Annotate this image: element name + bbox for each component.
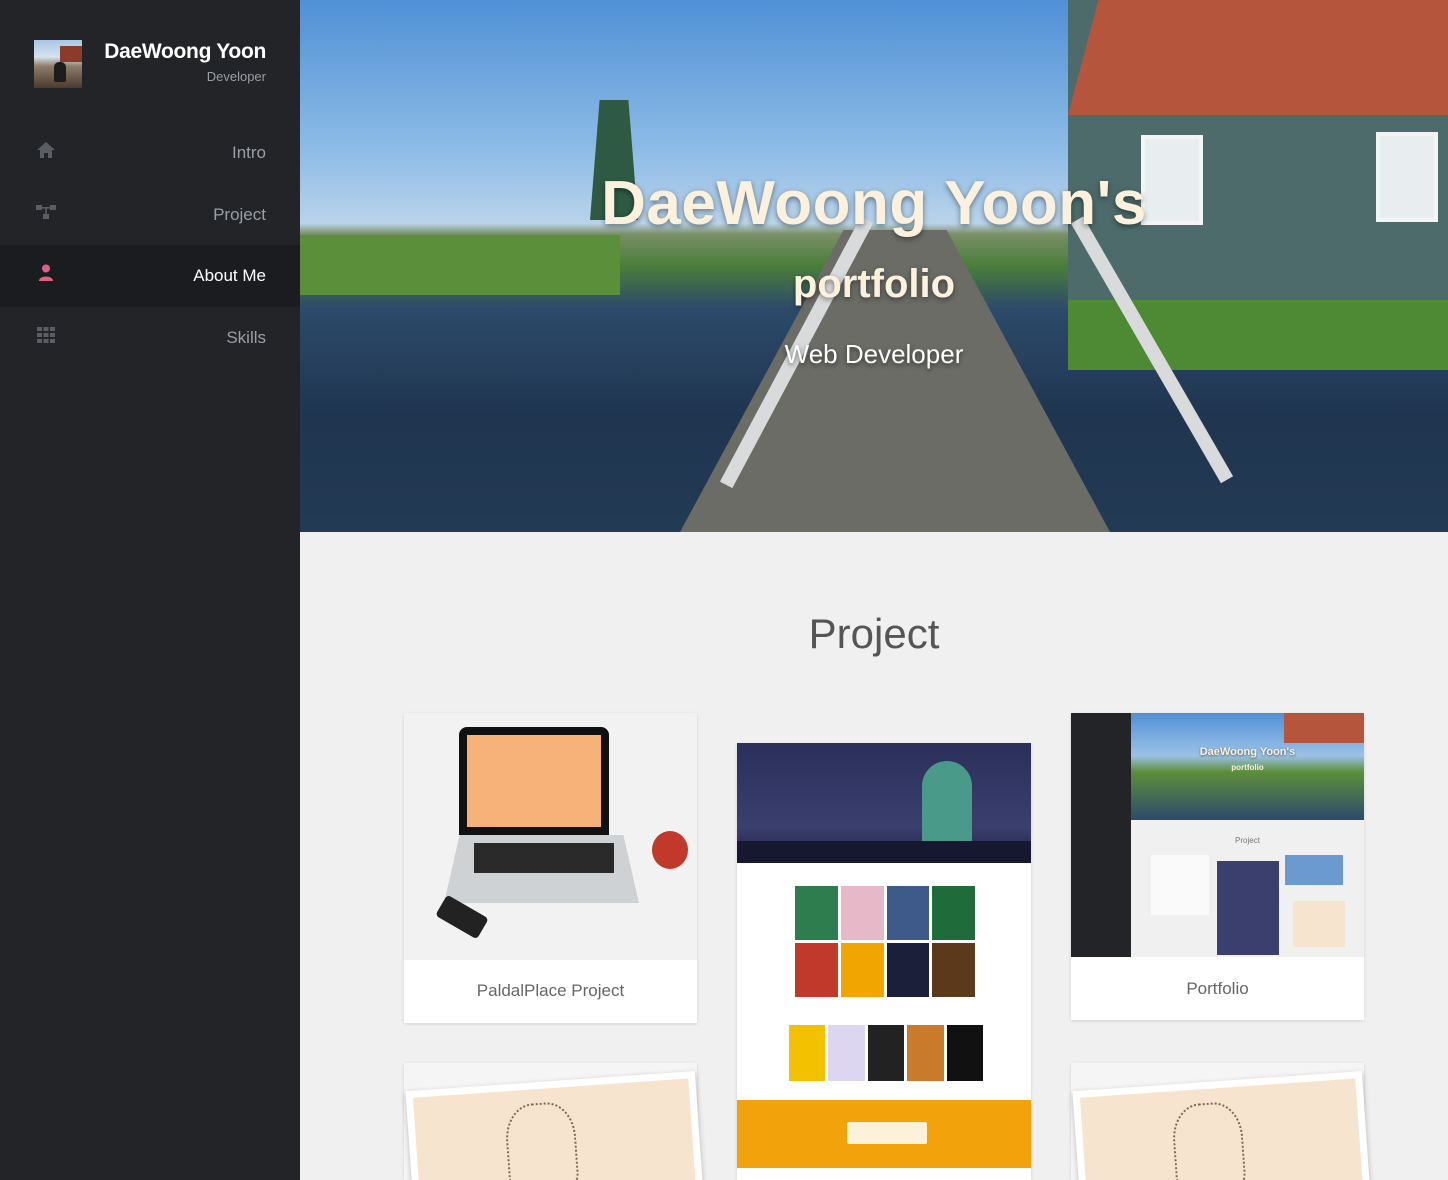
grid-icon	[36, 325, 56, 345]
sidebar-item-label: Skills	[226, 327, 266, 347]
hero-title: DaeWoong Yoon's	[601, 169, 1147, 238]
sidebar-item-label: Intro	[231, 143, 266, 162]
sidebar-item-project[interactable]: Project	[0, 184, 300, 246]
project-card-caption: PaldalPlace Project	[476, 981, 625, 1000]
project-card-caption: Portfolio	[1186, 979, 1249, 998]
home-icon	[36, 140, 56, 160]
project-card-ascii-art-2[interactable]	[1071, 1063, 1372, 1180]
sidebar-item-about-me[interactable]: About Me	[0, 245, 300, 307]
profile-name: DaeWoong Yoon	[104, 40, 266, 63]
sidebar-item-intro[interactable]: Intro	[0, 122, 300, 184]
hero-title-portfolio: portfolio	[792, 262, 956, 306]
mini-site-subtitle: portfolio	[1231, 763, 1264, 772]
mini-site-title: DaeWoong Yoon's	[1199, 746, 1296, 758]
project-thumbnail	[737, 743, 1031, 1180]
sidebar-item-label: Project	[213, 204, 266, 224]
sidebar: DaeWoong Yoon Developer Intro Project Ab…	[0, 0, 300, 1180]
user-icon	[36, 263, 56, 283]
mini-site-section: Project	[1235, 836, 1260, 845]
hero-subtitle: Web Developer	[784, 339, 964, 369]
project-card-jazz-festival[interactable]	[737, 743, 1031, 1180]
avatar	[34, 40, 82, 88]
sidebar-nav: Intro Project About Me Skills	[0, 122, 300, 368]
hero-banner: DaeWoong Yoon's portfolio Web Developer	[300, 0, 1448, 532]
project-card-portfolio[interactable]: DaeWoong Yoon's portfolio Project Portfo…	[1071, 713, 1364, 1020]
project-thumbnail	[404, 713, 697, 960]
sidebar-item-label: About Me	[193, 266, 266, 285]
project-card-paldalplace[interactable]: PaldalPlace Project	[404, 713, 697, 1023]
project-heading: Project	[808, 610, 940, 657]
hero-photo-roof	[1068, 0, 1448, 115]
profile: DaeWoong Yoon Developer	[0, 0, 300, 110]
project-thumbnail	[1072, 1071, 1372, 1180]
profile-role: Developer	[206, 69, 266, 84]
project-thumbnail	[405, 1071, 705, 1180]
project-card-ascii-art[interactable]	[404, 1063, 705, 1180]
sidebar-item-skills[interactable]: Skills	[0, 307, 300, 369]
project-thumbnail: DaeWoong Yoon's portfolio Project	[1071, 713, 1364, 957]
sitemap-icon	[36, 202, 56, 222]
